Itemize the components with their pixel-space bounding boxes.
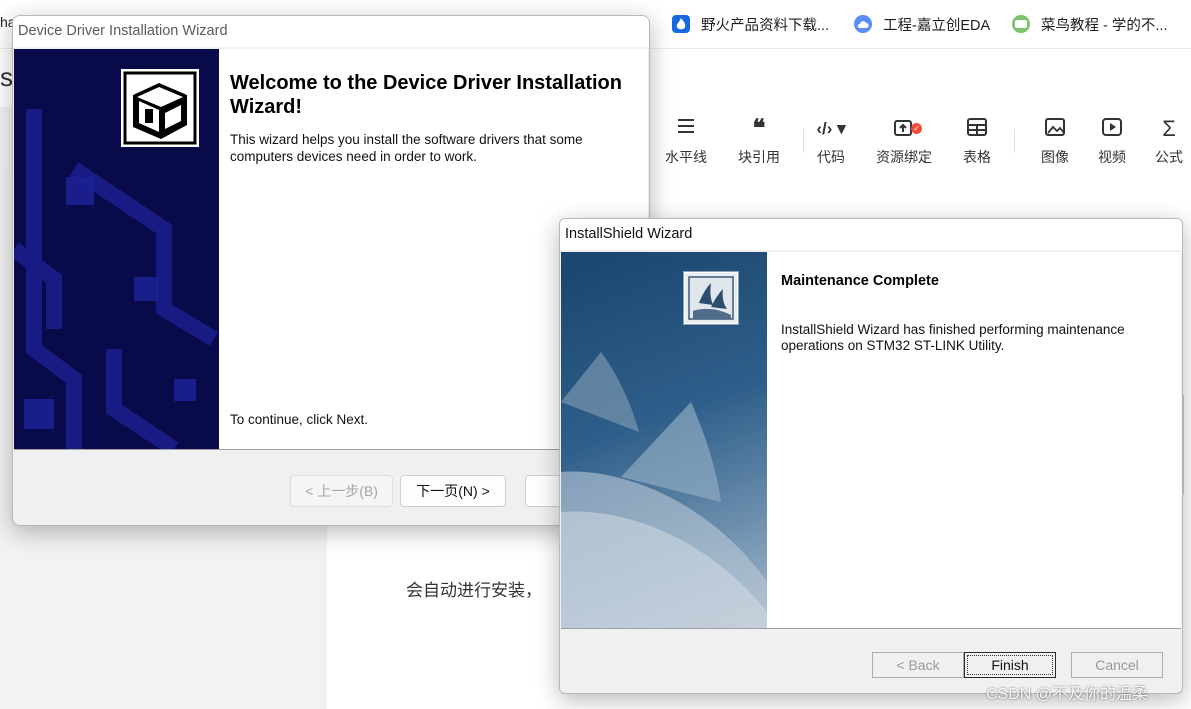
bookmark-label: 野火产品资料下载... (701, 17, 830, 34)
toolbar-video[interactable]: 视频 (1082, 117, 1142, 167)
content-text: 会自动进行安装， (406, 581, 542, 600)
horizontal-rule-icon (656, 117, 716, 141)
resource-bind-icon (874, 117, 934, 141)
scrollbar[interactable] (1183, 395, 1191, 495)
wizard-continue-text: To continue, click Next. (230, 412, 369, 427)
csdn-watermark: CSDN @不及你的温柔 (986, 686, 1149, 703)
toolbar-code[interactable]: ‹/› ▾ 代码 (801, 117, 861, 167)
installshield-side-banner (561, 252, 767, 628)
divider (561, 628, 1181, 629)
cloud-icon (854, 15, 872, 33)
divider (14, 449, 648, 450)
installshield-dialog: InstallShield Wizard Maintenance Complet… (559, 218, 1183, 694)
toolbar-label: 图像 (1041, 149, 1069, 165)
toolbar-label: 代码 (817, 149, 845, 165)
toolbar-label: 公式 (1155, 149, 1183, 165)
image-icon (1025, 117, 1085, 141)
bookmark-item[interactable]: 菜鸟教程 - 学的不... (1012, 12, 1167, 36)
installshield-heading: Maintenance Complete (781, 273, 939, 289)
dialog-title[interactable]: Device Driver Installation Wizard (13, 16, 649, 47)
toolbar-label: 水平线 (665, 149, 707, 165)
toolbar-separator (1014, 129, 1015, 153)
toolbar-label: 资源绑定 (876, 149, 932, 165)
toolbar-table[interactable]: 表格 (947, 117, 1007, 167)
next-button[interactable]: 下一页(N) > (400, 475, 506, 507)
wizard-side-banner (14, 49, 219, 449)
toolbar-label: 块引用 (738, 149, 780, 165)
video-icon (1082, 117, 1142, 141)
toolbar-formula[interactable]: Σ 公式 (1139, 117, 1191, 167)
fire-icon (672, 15, 690, 33)
quote-icon: ❝ (752, 115, 766, 142)
bookmark-label: 菜鸟教程 - 学的不... (1041, 17, 1168, 34)
wizard-description: This wizard helps you install the softwa… (230, 132, 583, 164)
wizard-heading: Welcome to the Device Driver Installatio… (230, 72, 622, 118)
toolbar-label: 表格 (963, 149, 991, 165)
finish-button[interactable]: Finish (964, 652, 1056, 678)
toolbar-image[interactable]: 图像 (1025, 117, 1085, 167)
back-button[interactable]: < Back (872, 652, 964, 678)
bookmark-label: 工程-嘉立创EDA (883, 17, 991, 34)
installshield-body: Maintenance Complete InstallShield Wizar… (767, 252, 1181, 628)
check-badge-icon: ✓ (911, 123, 922, 134)
driver-wizard-dialog: Device Driver Installation Wizard Welcom… (12, 15, 650, 526)
bookmark-item[interactable]: 野火产品资料下载... (672, 12, 829, 36)
hardware-icon (121, 69, 199, 147)
formula-icon: Σ (1162, 116, 1176, 141)
dialog-title[interactable]: InstallShield Wizard (560, 219, 1182, 250)
runoob-icon (1012, 15, 1030, 33)
table-icon (947, 117, 1007, 141)
toolbar-resource-bind[interactable]: ✓ 资源绑定 (874, 117, 934, 167)
installshield-logo-icon (684, 272, 738, 324)
toolbar-horizontal-rule[interactable]: 水平线 (656, 117, 716, 167)
installshield-description: InstallShield Wizard has finished perfor… (781, 322, 1125, 353)
bookmark-item[interactable]: 工程-嘉立创EDA (854, 12, 990, 36)
toolbar-label: 视频 (1098, 149, 1126, 165)
back-button[interactable]: < 上一步(B) (290, 475, 393, 507)
code-icon: ‹/› ▾ (816, 119, 846, 138)
toolbar-quote[interactable]: ❝ 块引用 (729, 117, 789, 167)
cancel-button[interactable]: Cancel (1071, 652, 1163, 678)
